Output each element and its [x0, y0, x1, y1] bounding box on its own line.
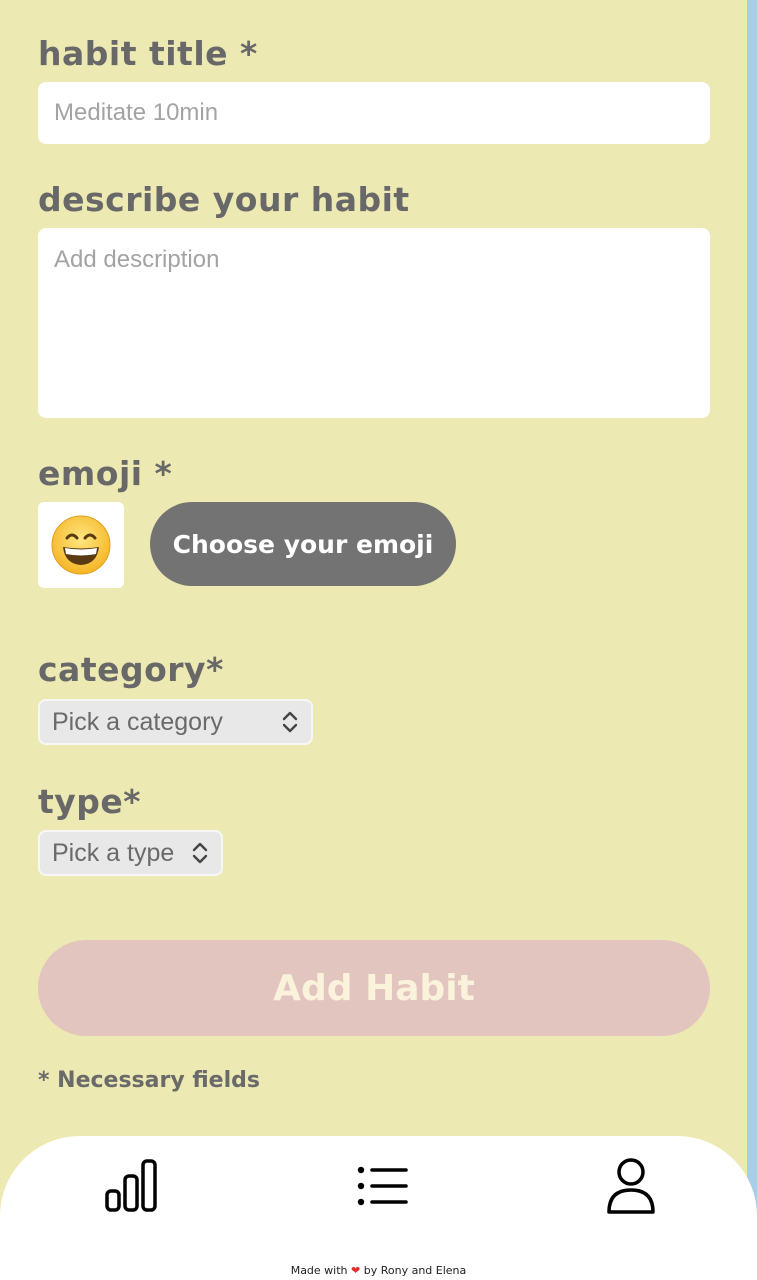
grinning-face-icon: [51, 515, 111, 575]
description-label: describe your habit: [38, 180, 410, 219]
bar-chart-icon[interactable]: [104, 1158, 160, 1214]
chevron-updown-icon: [192, 842, 208, 864]
list-icon[interactable]: [356, 1164, 410, 1208]
type-select-value: Pick a type: [52, 838, 175, 867]
footer-suffix: by Rony and Elena: [363, 1264, 467, 1277]
footer-credit: Made with ❤ by Rony and Elena: [0, 1264, 757, 1277]
chevron-updown-icon: [282, 711, 298, 733]
choose-emoji-button[interactable]: Choose your emoji: [150, 502, 456, 586]
type-select[interactable]: Pick a type: [38, 830, 223, 876]
emoji-label: emoji *: [38, 454, 173, 493]
necessary-fields-note: * Necessary fields: [38, 1068, 260, 1093]
category-select-value: Pick a category: [52, 707, 223, 736]
add-habit-button[interactable]: Add Habit: [38, 940, 710, 1036]
category-label: category*: [38, 650, 224, 689]
selected-emoji: [38, 502, 124, 588]
bottom-navigation: [0, 1136, 757, 1280]
footer-prefix: Made with: [290, 1264, 348, 1277]
user-icon[interactable]: [604, 1156, 658, 1216]
habit-title-label: habit title *: [38, 34, 258, 73]
category-select[interactable]: Pick a category: [38, 699, 313, 745]
habit-title-input[interactable]: [38, 82, 710, 144]
description-textarea[interactable]: [38, 228, 710, 418]
heart-icon: ❤: [351, 1264, 361, 1277]
type-label: type*: [38, 782, 142, 821]
